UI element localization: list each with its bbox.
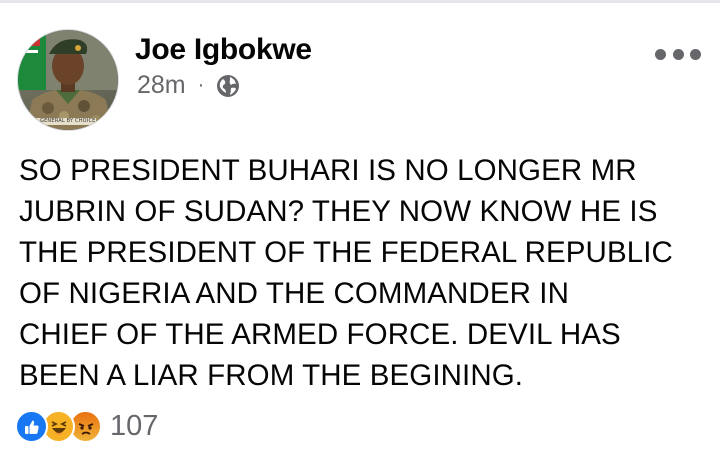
globe-icon [216, 74, 240, 98]
more-dot-icon [655, 48, 666, 60]
post-body-line: OF NIGERIA AND THE COMMANDER IN [19, 277, 570, 310]
post-meta: 28m · [137, 71, 240, 100]
post-body-line: JUBRIN OF SUDAN? THEY NOW KNOW HE IS [19, 195, 658, 228]
post-body-line: CHIEF OF THE ARMED FORCE. DEVIL HAS [19, 318, 621, 351]
more-dot-icon [672, 48, 684, 60]
post-body: SO PRESIDENT BUHARI IS NO LONGER MR JUBR… [19, 150, 709, 396]
reactions-summary[interactable]: 107 [15, 410, 158, 443]
meta-separator: · [197, 74, 205, 96]
like-icon [15, 410, 48, 443]
post-body-line: BEEN A LIAR FROM THE BEGINING. [19, 359, 524, 392]
more-dot-icon [690, 48, 701, 60]
avatar-badge-text: GENERAL BY CHOICE [40, 118, 96, 124]
more-options-button[interactable] [655, 44, 701, 64]
post-card: GENERAL BY CHOICE Joe Igbokwe 28m · SO P… [0, 0, 720, 456]
reaction-count[interactable]: 107 [110, 410, 158, 443]
avatar[interactable]: GENERAL BY CHOICE [17, 29, 119, 131]
post-time[interactable]: 28m [137, 71, 186, 100]
post-body-line: SO PRESIDENT BUHARI IS NO LONGER MR [19, 154, 637, 187]
author-name[interactable]: Joe Igbokwe [135, 33, 312, 67]
post-body-line: THE PRESIDENT OF THE FEDERAL REPUBLIC [19, 236, 673, 269]
